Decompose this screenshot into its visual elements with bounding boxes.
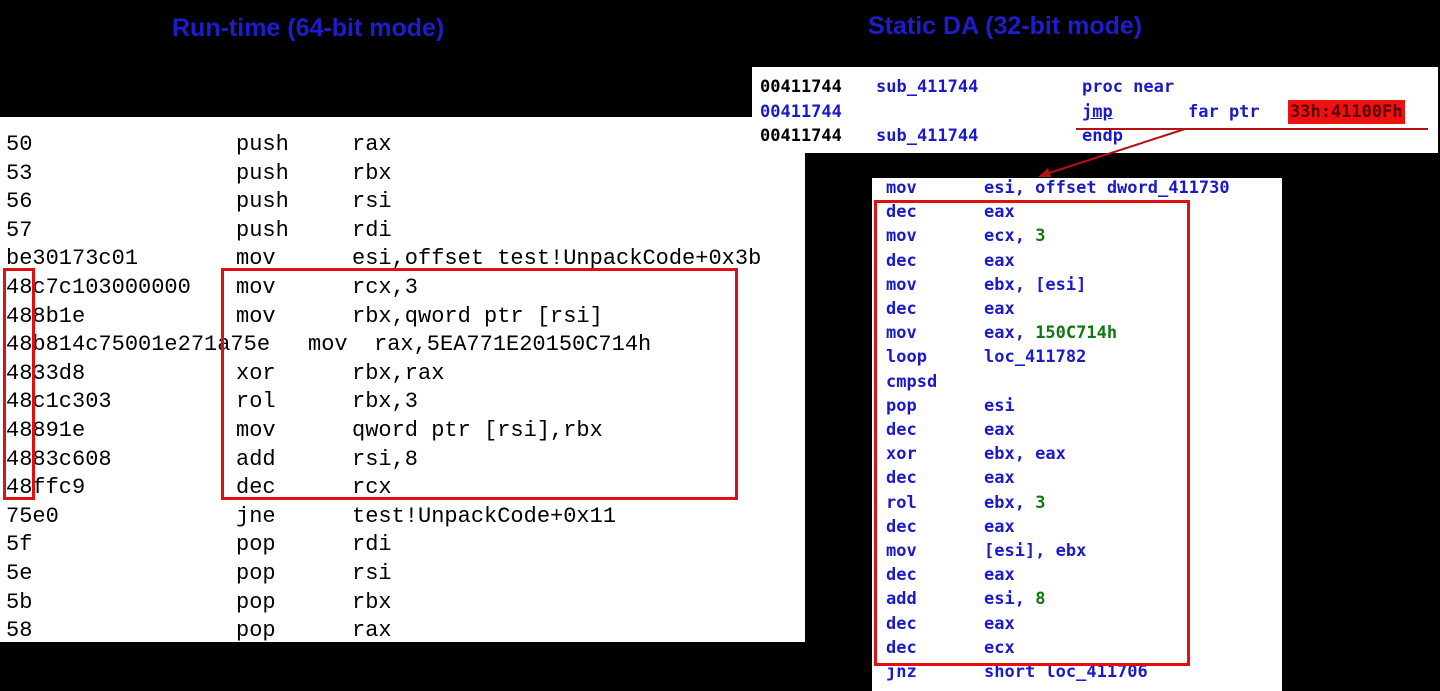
runtime-operands: rax (352, 132, 392, 157)
runtime-loop-highlight-box (221, 268, 738, 500)
runtime-operands: test!UnpackCode+0x11 (352, 503, 617, 529)
runtime-operands: rax (352, 618, 392, 644)
runtime-bytes: 5f (6, 532, 33, 558)
runtime-bytes: 5e (6, 561, 33, 586)
runtime-bytes: 53 (6, 160, 33, 186)
prefix-highlight-box (3, 268, 35, 500)
runtime-title: Run-time (64-bit mode) (172, 14, 445, 42)
ida-far-target: 33h:41100Fh (1288, 99, 1405, 124)
static-da-title: Static DA (32-bit mode) (868, 12, 1143, 40)
runtime-operands: rbx (352, 160, 392, 186)
runtime-mnemonic: push (236, 217, 289, 243)
ida-function-header-panel: 00411744 sub_411744 proc near 00411744 jmp fa… (752, 67, 1438, 153)
runtime-bytes: 5b (6, 589, 33, 615)
runtime-mnemonic: jne (236, 503, 276, 529)
ida-mnemonic: jmp (1082, 101, 1113, 122)
runtime-mnemonic: pop (236, 532, 276, 558)
runtime-bytes: 58 (6, 618, 33, 644)
runtime-bytes: 57 (6, 217, 33, 243)
runtime-mnemonic: pop (236, 561, 276, 586)
runtime-bytes: 56 (6, 189, 33, 215)
runtime-operands: rsi (352, 189, 392, 215)
runtime-mnemonic: push (236, 189, 289, 215)
runtime-operands: rdi (352, 532, 392, 558)
runtime-bytes: 50 (6, 132, 33, 157)
static-loop-highlight-box (874, 200, 1190, 666)
ida-address: 00411744 (760, 101, 842, 122)
ida-label: sub_411744 (876, 77, 979, 97)
runtime-mnemonic: push (236, 132, 289, 157)
ida-mnemonic: proc near (1082, 77, 1175, 97)
runtime-operands: rdi (352, 217, 392, 243)
ida-operand: far ptr (1188, 101, 1260, 122)
runtime-mnemonic: pop (236, 589, 276, 615)
runtime-operands: rsi (352, 561, 392, 586)
runtime-bytes: 75e0 (6, 503, 59, 529)
ida-mnemonic: endp (1082, 126, 1123, 146)
ida-address: 00411744 (760, 126, 842, 146)
ida-address: 00411744 (760, 77, 842, 97)
runtime-mnemonic: pop (236, 618, 276, 644)
ida-mnemonic: mov (886, 178, 917, 198)
ida-label: sub_411744 (876, 126, 979, 146)
runtime-mnemonic: push (236, 160, 289, 186)
ida-operand-text: esi, offset dword_411730 (984, 178, 1230, 198)
ida-operands: esi, offset dword_411730 (984, 176, 1230, 200)
runtime-operands: rbx (352, 589, 392, 615)
